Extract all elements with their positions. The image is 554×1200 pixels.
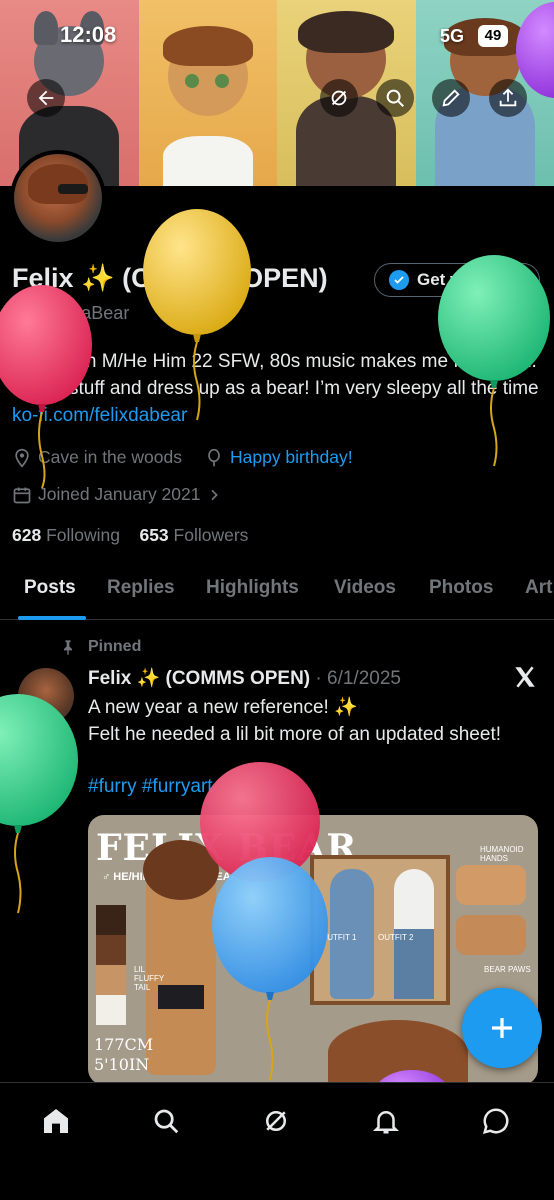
nav-home[interactable]: [36, 1101, 76, 1141]
nav-messages[interactable]: [476, 1101, 516, 1141]
balloon-red-left: [0, 285, 92, 489]
plus-icon: [492, 1018, 512, 1038]
compose-fab-button[interactable]: [462, 988, 542, 1068]
balloon-blue-center: [212, 857, 328, 1081]
message-icon: [482, 1108, 509, 1135]
grok-icon: [266, 1111, 286, 1131]
nav-search[interactable]: [146, 1101, 186, 1141]
nav-notifications[interactable]: [366, 1101, 406, 1141]
nav-grok[interactable]: [256, 1101, 296, 1141]
bell-icon: [372, 1111, 400, 1134]
bottom-navigation: [0, 1082, 554, 1200]
balloon-green-right: [438, 255, 550, 467]
home-icon: [44, 1109, 68, 1133]
search-icon: [154, 1109, 179, 1134]
balloon-purple-top: [516, 2, 554, 98]
balloon-green-left: [0, 694, 78, 914]
balloon-yellow: [143, 209, 251, 421]
